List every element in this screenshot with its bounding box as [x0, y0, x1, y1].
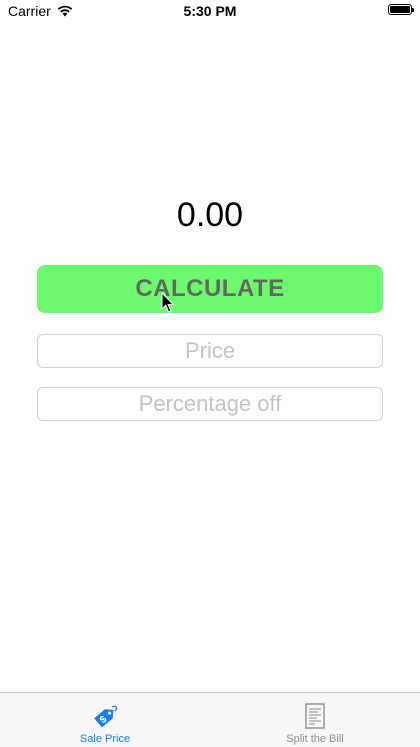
tab-split-the-bill[interactable]: Split the Bill: [210, 693, 420, 747]
price-tag-icon: $: [94, 705, 118, 728]
tab-label-sale-price: Sale Price: [79, 733, 131, 745]
status-time: 5:30 PM: [183, 3, 237, 19]
result-label: 0.00: [176, 196, 244, 234]
app-screen: Carrier 5:30 PM 0.00 CALCULATE $: [0, 0, 420, 747]
receipt-icon: [305, 703, 325, 729]
percentage-off-input[interactable]: [37, 387, 383, 421]
price-input[interactable]: [37, 334, 383, 368]
mouse-pointer-icon: [161, 292, 175, 313]
tab-bar: $ Sale Price Split the Bill: [0, 692, 420, 747]
tab-sale-price[interactable]: $ Sale Price: [0, 693, 210, 747]
status-right: [388, 4, 414, 15]
calculate-button[interactable]: CALCULATE: [37, 265, 383, 313]
status-bar: Carrier 5:30 PM: [0, 0, 420, 22]
battery-icon: [388, 4, 414, 15]
tab-label-split-the-bill: Split the Bill: [286, 733, 344, 745]
